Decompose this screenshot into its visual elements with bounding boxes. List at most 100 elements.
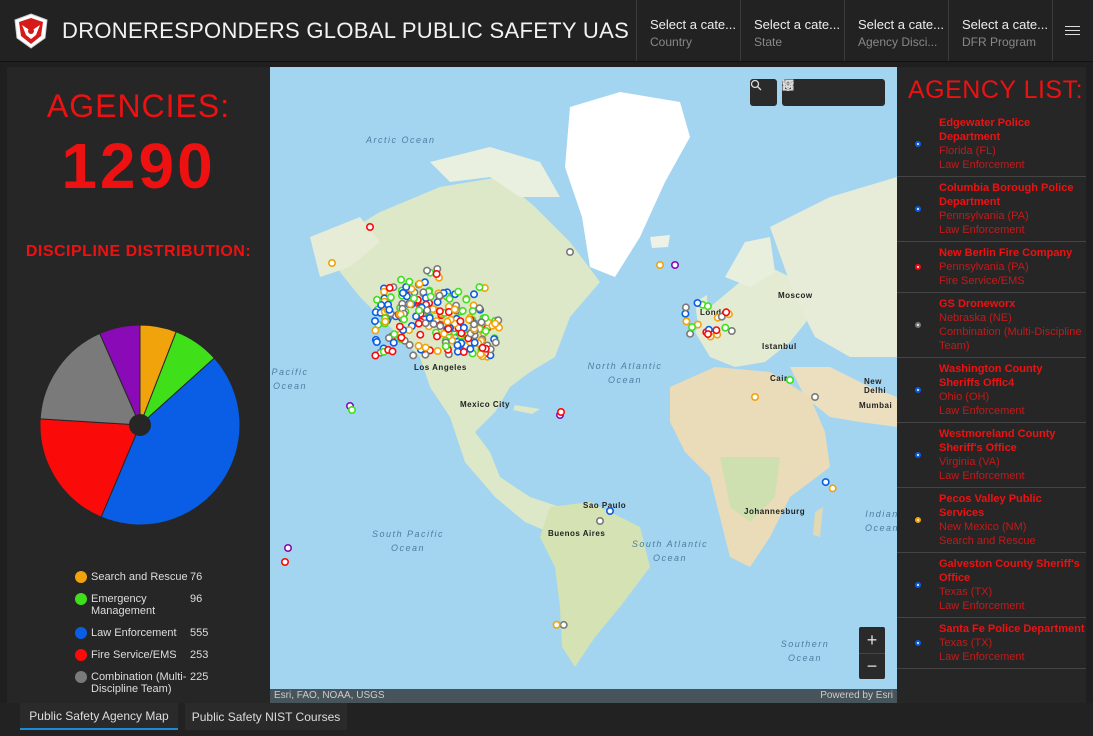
agency-map-marker[interactable] xyxy=(750,392,759,401)
agency-map-marker[interactable] xyxy=(415,279,424,288)
basemap-gallery-icon[interactable] xyxy=(782,79,882,106)
agency-map-marker[interactable] xyxy=(682,317,691,326)
droneresponders-logo[interactable] xyxy=(0,0,62,61)
zoom-out-button[interactable]: − xyxy=(859,653,885,679)
agency-map-marker[interactable] xyxy=(426,292,435,301)
agency-map-marker[interactable] xyxy=(414,341,423,350)
agency-map-marker[interactable] xyxy=(458,306,467,315)
agency-list-item[interactable]: Washington County Sheriffs Offic4 Ohio (O… xyxy=(897,358,1086,423)
agency-map-marker[interactable] xyxy=(284,543,293,552)
agency-map-marker[interactable] xyxy=(432,270,441,279)
agency-map-marker[interactable] xyxy=(433,332,442,341)
agency-map-marker[interactable] xyxy=(687,323,696,332)
agency-map-marker[interactable] xyxy=(416,330,425,339)
agency-map-marker[interactable] xyxy=(385,305,394,314)
agency-map-marker[interactable] xyxy=(423,266,432,275)
agency-list-item[interactable]: Pecos Valley Public Services New Mexico (… xyxy=(897,488,1086,553)
agency-map-marker[interactable] xyxy=(605,506,614,515)
agency-map-marker[interactable] xyxy=(397,275,406,284)
agency-map-marker[interactable] xyxy=(722,308,731,317)
agency-map-marker[interactable] xyxy=(281,557,290,566)
agency-list-item[interactable]: Galveston County Sheriff's Office Texas (… xyxy=(897,553,1086,618)
legend-list-icon[interactable] xyxy=(783,79,832,106)
agency-map-marker[interactable] xyxy=(468,307,477,316)
agency-map-marker[interactable] xyxy=(552,620,561,629)
agency-map-marker[interactable] xyxy=(444,324,453,333)
agency-map-marker[interactable] xyxy=(686,329,695,338)
legend-item[interactable]: Combination (Multi-Discipline Team) 225 xyxy=(75,671,245,695)
agency-map-marker[interactable] xyxy=(409,351,418,360)
agency-map-marker[interactable] xyxy=(470,320,479,329)
agency-map-marker[interactable] xyxy=(445,294,454,303)
agency-map-marker[interactable] xyxy=(670,261,679,270)
layers-icon[interactable] xyxy=(782,79,857,106)
agency-map-marker[interactable] xyxy=(436,322,445,331)
agency-map-marker[interactable] xyxy=(476,350,485,359)
agency-map-marker[interactable] xyxy=(441,342,450,351)
agency-map-marker[interactable] xyxy=(693,299,702,308)
agency-map-marker[interactable] xyxy=(405,277,414,286)
legend-item[interactable]: Law Enforcement 555 xyxy=(75,627,245,639)
agency-discipline-selector[interactable]: Select a cate... Agency Disci... xyxy=(844,0,948,61)
agency-map-marker[interactable] xyxy=(381,317,390,326)
agency-map-marker[interactable] xyxy=(423,306,432,315)
agency-map-marker[interactable] xyxy=(415,306,424,315)
agency-map-marker[interactable] xyxy=(373,295,382,304)
agency-map-marker[interactable] xyxy=(443,317,452,326)
agency-map-marker[interactable] xyxy=(371,317,380,326)
agency-list-item[interactable]: Columbia Borough Police Department Pennsy… xyxy=(897,177,1086,242)
agency-map-marker[interactable] xyxy=(475,283,484,292)
discipline-pie-chart[interactable] xyxy=(35,320,245,530)
agency-map-marker[interactable] xyxy=(385,283,394,292)
agency-map-marker[interactable] xyxy=(681,303,690,312)
agency-map-marker[interactable] xyxy=(371,326,380,335)
agency-map-marker[interactable] xyxy=(459,347,468,356)
agency-map-marker[interactable] xyxy=(454,287,463,296)
agency-map-marker[interactable] xyxy=(450,305,459,314)
agency-map-marker[interactable] xyxy=(371,351,380,360)
agency-map-marker[interactable] xyxy=(462,295,471,304)
agency-map-marker[interactable] xyxy=(429,320,438,329)
powered-by-esri-link[interactable]: Powered by Esri xyxy=(820,690,893,702)
agency-map-marker[interactable] xyxy=(470,290,479,299)
agency-map-marker[interactable] xyxy=(475,304,484,313)
agency-list-item[interactable]: GS Droneworx Nebraska (NE) Combination (Mu… xyxy=(897,293,1086,358)
agency-map-marker[interactable] xyxy=(556,407,565,416)
legend-item[interactable]: Search and Rescue 76 xyxy=(75,571,245,583)
agency-map-marker[interactable] xyxy=(712,326,721,335)
agency-list-item[interactable]: New Berlin Fire Company Pennsylvania (PA)… xyxy=(897,242,1086,293)
agency-map-marker[interactable] xyxy=(372,337,381,346)
agency-list-item[interactable]: Westmoreland County Sheriff's Office Virg… xyxy=(897,423,1086,488)
country-selector[interactable]: Select a cate... Country xyxy=(636,0,740,61)
dfr-program-selector[interactable]: Select a cate... DFR Program xyxy=(948,0,1052,61)
agency-map-marker[interactable] xyxy=(491,338,500,347)
agency-map-marker[interactable] xyxy=(400,315,409,324)
agency-map-marker[interactable] xyxy=(435,307,444,316)
agency-map-marker[interactable] xyxy=(481,326,490,335)
agency-map-marker[interactable] xyxy=(565,248,574,257)
agency-map-marker[interactable] xyxy=(399,289,408,298)
agency-map[interactable]: Arctic Ocean North Atlantic Ocean South … xyxy=(270,67,897,703)
agency-map-marker[interactable] xyxy=(721,323,730,332)
agency-map-marker[interactable] xyxy=(470,338,479,347)
agency-map-marker[interactable] xyxy=(453,341,462,350)
agency-map-marker[interactable] xyxy=(390,330,399,339)
zoom-in-button[interactable]: + xyxy=(859,627,885,653)
state-selector[interactable]: Select a cate... State xyxy=(740,0,844,61)
tab-public-safety-agency-map[interactable]: Public Safety Agency Map xyxy=(20,703,178,730)
agency-map-marker[interactable] xyxy=(433,298,442,307)
agency-map-marker[interactable] xyxy=(386,293,395,302)
agency-map-marker[interactable] xyxy=(466,344,475,353)
agency-map-marker[interactable] xyxy=(421,343,430,352)
agency-map-marker[interactable] xyxy=(828,484,837,493)
agency-map-marker[interactable] xyxy=(655,261,664,270)
agency-map-marker[interactable] xyxy=(477,318,486,327)
agency-map-marker[interactable] xyxy=(491,319,500,328)
agency-map-marker[interactable] xyxy=(388,347,397,356)
agency-map-marker[interactable] xyxy=(425,314,434,323)
hamburger-menu-icon[interactable] xyxy=(1052,0,1092,61)
agency-map-marker[interactable] xyxy=(348,405,357,414)
agency-map-marker[interactable] xyxy=(414,319,423,328)
agency-map-marker[interactable] xyxy=(478,343,487,352)
agency-map-marker[interactable] xyxy=(821,478,830,487)
